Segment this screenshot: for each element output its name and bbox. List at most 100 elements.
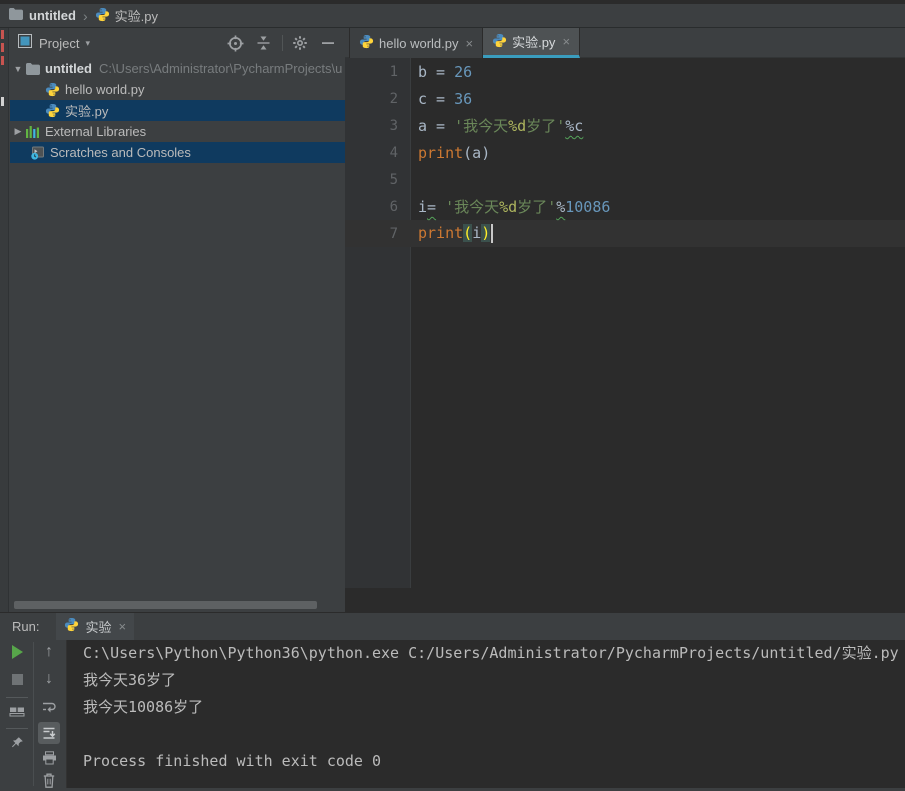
pin-button[interactable] <box>6 732 28 754</box>
code-text: c = 36 <box>418 90 472 108</box>
libraries-icon <box>24 125 41 139</box>
scroll-to-end-button[interactable] <box>38 722 60 744</box>
code-line-1[interactable]: 1 b = 26 <box>345 58 905 85</box>
line-number[interactable]: 1 <box>345 64 398 80</box>
chevron-down-icon[interactable]: ▾ <box>85 38 90 49</box>
token: 26 <box>454 62 473 81</box>
down-button[interactable]: ↓ <box>38 668 60 690</box>
close-icon[interactable]: × <box>466 36 474 51</box>
token: %d <box>499 198 518 216</box>
project-tree: ▼ untitled C:\Users\Administrator\PycharmP… <box>10 58 345 163</box>
collapse-all-icon[interactable] <box>252 32 274 54</box>
token: '我今天 <box>454 117 509 135</box>
line-number[interactable]: 3 <box>345 118 398 134</box>
horizontal-scrollbar[interactable] <box>14 601 317 609</box>
code-text: print(i) <box>418 224 494 243</box>
tree-item-path: C:\Users\Administrator\PycharmProjects\u <box>98 61 343 76</box>
token: %c <box>565 117 584 135</box>
settings-gear-icon[interactable] <box>289 32 311 54</box>
token: c = <box>418 89 455 108</box>
tree-item-hello-world-py[interactable]: hello world.py <box>10 79 345 100</box>
print-button[interactable] <box>38 747 60 769</box>
token: 岁了' <box>517 198 557 216</box>
collapsed-arrow-icon[interactable]: ▶ <box>12 126 24 137</box>
tab-label: hello world.py <box>379 35 459 51</box>
toolbar-divider <box>282 35 283 51</box>
run-toolbar: ↑ ↓ <box>0 640 66 788</box>
project-panel: Project ▾ ▼ untitled C:\Users\Administrato… <box>10 28 345 612</box>
run-panel: Run: 实验 × ↑ ↓ C:\Users\Python\Python36\py… <box>0 612 905 788</box>
tree-item-scratches-and-consoles[interactable]: Scratches and Consoles <box>10 142 345 163</box>
tab-shiyan-py[interactable]: 实验.py × <box>483 28 581 58</box>
code-line-4[interactable]: 4 print(a) <box>345 139 905 166</box>
python-file-icon <box>64 617 79 637</box>
code-line-5[interactable]: 5 <box>345 166 905 193</box>
console-line: 我今天36岁了 <box>83 671 177 689</box>
project-tool-window-icon <box>18 33 32 53</box>
toolbar-divider <box>6 728 28 729</box>
code-text: a = '我今天%d岁了'%c <box>418 115 583 136</box>
tab-hello-world-py[interactable]: hello world.py × <box>349 28 484 58</box>
console-line: C:\Users\Python\Python36\python.exe C:/U… <box>83 644 899 662</box>
scratches-icon <box>29 146 46 160</box>
editor-area: hello world.py × 实验.py × 1 b = 26 2 c = 36 3 a =… <box>345 28 905 612</box>
project-panel-title[interactable]: Project <box>39 36 79 51</box>
console-line: Process finished with exit code 0 <box>83 752 382 770</box>
token: a = <box>418 117 455 135</box>
tab-label: 实验.py <box>512 35 556 50</box>
run-tab[interactable]: 实验 × <box>56 613 135 640</box>
python-icon <box>44 82 61 97</box>
token: ) <box>481 224 491 242</box>
token: i <box>472 224 482 242</box>
line-number[interactable]: 7 <box>345 226 398 242</box>
breadcrumb-project[interactable]: untitled <box>29 8 76 23</box>
tree-item-label: hello world.py <box>65 82 145 97</box>
stripe-mark <box>1 97 4 106</box>
line-number[interactable]: 2 <box>345 91 398 107</box>
python-file-icon <box>492 33 507 51</box>
editor-tab-bar: hello world.py × 实验.py × <box>345 28 905 58</box>
tree-item-shiyan-py[interactable]: 实验.py <box>10 100 345 121</box>
token: ( <box>463 224 473 242</box>
hide-panel-icon[interactable] <box>317 32 339 54</box>
restore-layout-button[interactable] <box>6 699 28 721</box>
expanded-arrow-icon[interactable]: ▼ <box>12 64 24 74</box>
stripe-mark <box>1 30 4 39</box>
code-text: b = 26 <box>418 63 472 81</box>
breadcrumb-chevron-icon: › <box>82 7 88 24</box>
stripe-mark <box>1 43 4 52</box>
line-number[interactable]: 5 <box>345 172 398 188</box>
code-text: i= '我今天%d岁了'%10086 <box>418 196 610 217</box>
token: '我今天 <box>445 198 500 216</box>
tree-item-external-libraries[interactable]: ▶ External Libraries <box>10 121 345 142</box>
code-text: print(a) <box>418 144 490 162</box>
token: 岁了' <box>526 117 566 135</box>
locate-icon[interactable] <box>224 32 246 54</box>
up-button[interactable]: ↑ <box>38 641 60 663</box>
run-tab-label: 实验 <box>85 620 112 635</box>
code-line-7[interactable]: 7 print(i) <box>345 220 905 247</box>
close-icon[interactable]: × <box>562 34 570 49</box>
stop-button[interactable] <box>6 668 28 690</box>
breadcrumb-file[interactable]: 实验.py <box>115 6 158 25</box>
stripe-mark <box>1 56 4 65</box>
code-line-2[interactable]: 2 c = 36 <box>345 85 905 112</box>
run-console[interactable]: C:\Users\Python\Python36\python.exe C:/U… <box>66 640 905 788</box>
close-icon[interactable]: × <box>118 619 126 634</box>
run-label: Run: <box>12 619 40 634</box>
line-number[interactable]: 4 <box>345 145 398 161</box>
soft-wrap-button[interactable] <box>38 696 60 718</box>
project-panel-header: Project ▾ <box>10 28 345 58</box>
code-line-6[interactable]: 6 i= '我今天%d岁了'%10086 <box>345 193 905 220</box>
code-editor[interactable]: 1b = 26 2 c = 36 3 a = '我今天%d岁了'%c 4 print(a) 5… <box>345 58 905 247</box>
tree-item-label: Scratches and Consoles <box>50 145 191 160</box>
tree-item-untitled[interactable]: ▼ untitled C:\Users\Administrator\PycharmP… <box>10 58 345 79</box>
toolbar-divider <box>6 697 28 698</box>
token: 10086 <box>565 198 611 216</box>
line-number[interactable]: 6 <box>345 199 398 215</box>
rerun-button[interactable] <box>6 641 28 663</box>
project-folder-icon <box>9 8 23 23</box>
python-file-icon <box>95 7 110 25</box>
code-line-3[interactable]: 3 a = '我今天%d岁了'%c <box>345 112 905 139</box>
